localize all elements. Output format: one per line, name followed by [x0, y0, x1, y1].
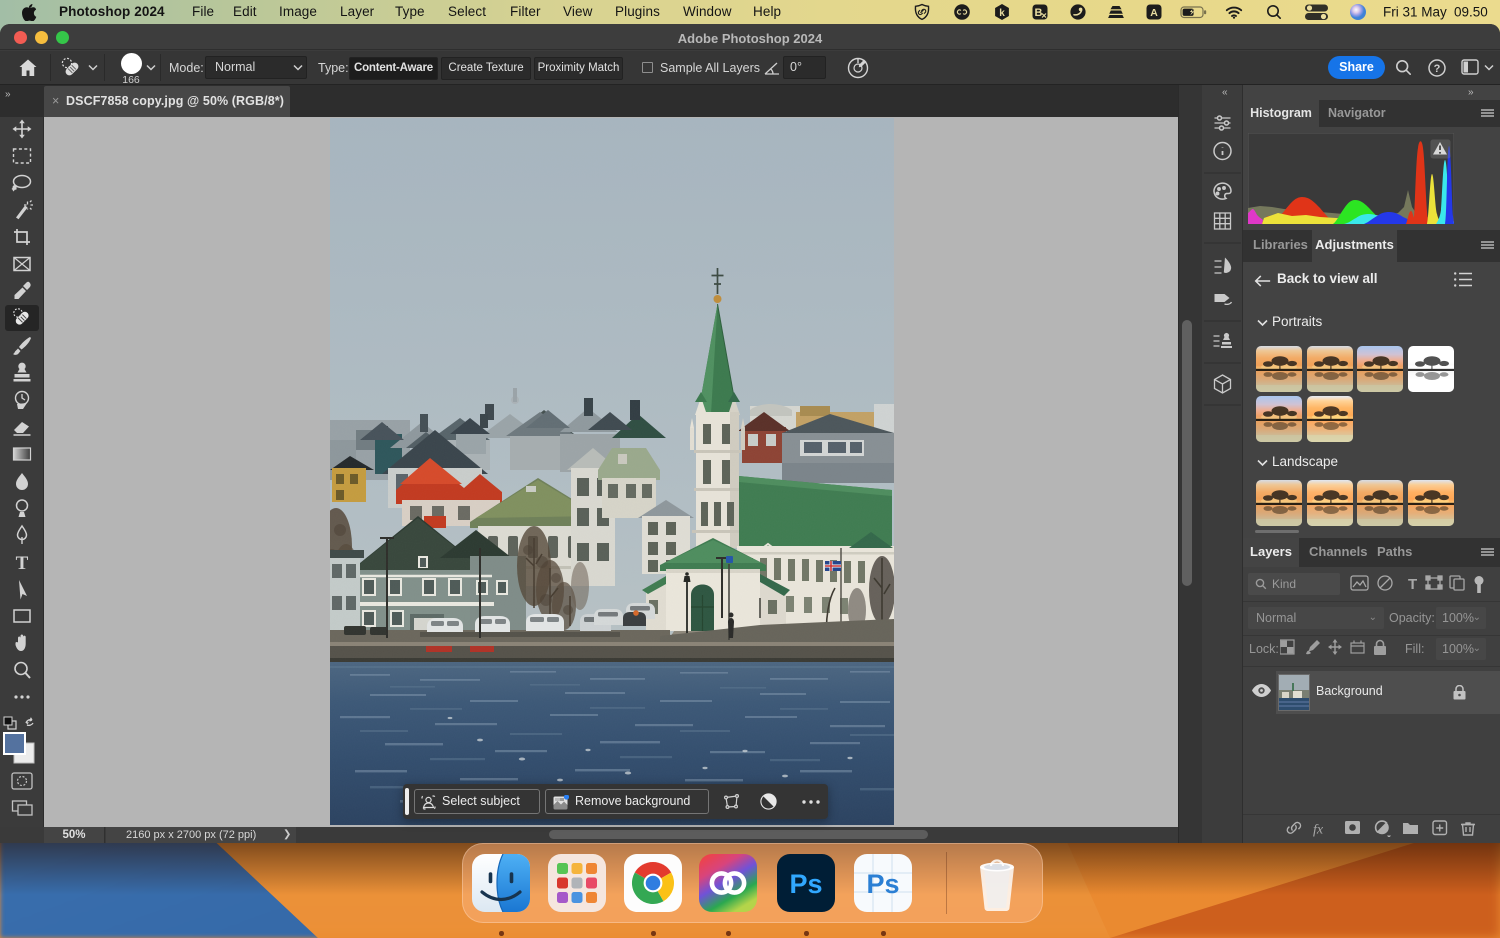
svg-text:?: ?: [1434, 63, 1441, 75]
svg-text:09.50: 09.50: [1454, 5, 1488, 20]
svg-text:T: T: [16, 553, 29, 574]
svg-text:k: k: [999, 8, 1005, 19]
svg-text:fx: fx: [1313, 823, 1324, 838]
svg-text:Ps: Ps: [789, 869, 822, 899]
svg-text:A: A: [1150, 7, 1158, 19]
svg-text:T: T: [1408, 576, 1417, 593]
svg-text:B: B: [1035, 7, 1043, 19]
svg-text:Ps: Ps: [866, 869, 899, 899]
svg-text:Fri 31 May: Fri 31 May: [1383, 5, 1447, 20]
